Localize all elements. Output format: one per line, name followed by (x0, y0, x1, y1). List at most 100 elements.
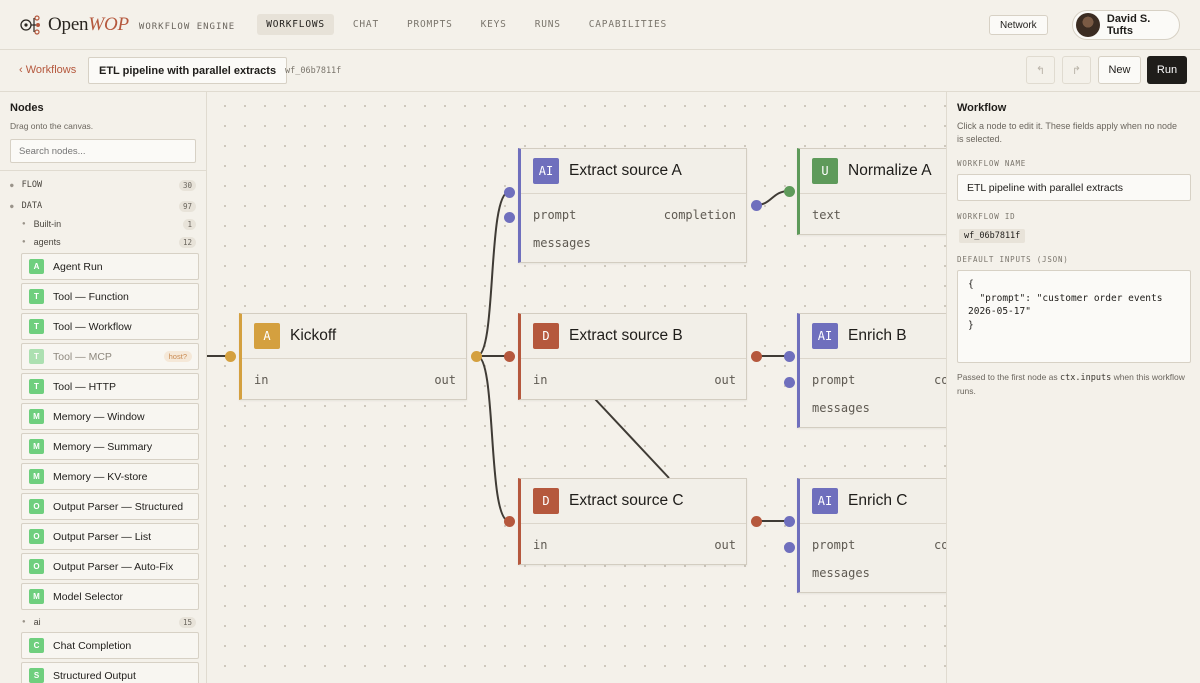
extract-c-output-handle[interactable] (751, 516, 762, 527)
subgroup-label: agents (33, 237, 61, 247)
enrich-b-messages-handle[interactable] (784, 377, 795, 388)
node-item-tool-function[interactable]: T Tool — Function (21, 283, 199, 310)
nodes-sidebar: Nodes Drag onto the canvas. ● FLOW 30 ● … (0, 92, 207, 683)
network-button[interactable]: Network (989, 15, 1048, 35)
extract-a-prompt-handle[interactable] (504, 187, 515, 198)
node-item-agent-run[interactable]: A Agent Run (21, 253, 199, 280)
node-type-badge: A (29, 259, 44, 274)
extract-b-input-handle[interactable] (504, 351, 515, 362)
node-item-memory-summary[interactable]: M Memory — Summary (21, 433, 199, 460)
port-in-label: in (533, 538, 548, 552)
node-item-tool-http[interactable]: T Tool — HTTP (21, 373, 199, 400)
node-item-output-parser-auto-fix[interactable]: O Output Parser — Auto-Fix (21, 553, 199, 580)
port-messages-label: messages (812, 401, 870, 415)
enrich-b-prompt-handle[interactable] (784, 351, 795, 362)
tab-prompts[interactable]: PROMPTS (398, 14, 462, 35)
node-type-badge: D (533, 488, 559, 514)
sidebar-title: Nodes (10, 102, 44, 114)
category-flow[interactable]: ● FLOW 30 (10, 178, 196, 192)
node-item-tool-workflow[interactable]: T Tool — Workflow (21, 313, 199, 340)
node-title: Enrich C (848, 492, 908, 509)
node-type-badge: T (29, 349, 44, 364)
node-item-structured-output[interactable]: S Structured Output (21, 662, 199, 683)
node-item-memory-kv-store[interactable]: M Memory — KV-store (21, 463, 199, 490)
node-header: D Extract source B (521, 314, 746, 359)
extract-c-input-handle[interactable] (504, 516, 515, 527)
subgroup-built-in[interactable]: ● Built-in 1 (22, 217, 196, 231)
collapse-bullet-icon: ● (22, 619, 26, 625)
workflow-canvas[interactable]: A Kickoff in out AI Extract source A pro… (207, 92, 946, 683)
node-item-memory-window[interactable]: M Memory — Window (21, 403, 199, 430)
node-kickoff[interactable]: A Kickoff in out (239, 313, 467, 400)
node-item-label: Output Parser — List (53, 530, 152, 543)
brand-name-wop: WOP (88, 13, 129, 35)
port-out-label: out (714, 373, 736, 387)
node-extract-source-a[interactable]: AI Extract source A prompt completion me… (518, 148, 747, 263)
collapse-bullet-icon: ● (10, 181, 14, 189)
node-item-tool-mcp[interactable]: T Tool — MCP host? (21, 343, 199, 370)
tab-keys[interactable]: KEYS (472, 14, 516, 35)
node-item-output-parser-list[interactable]: O Output Parser — List (21, 523, 199, 550)
workflow-id-value: wf_06b7811f (959, 229, 1026, 243)
subgroup-ai[interactable]: ● ai 15 (22, 615, 196, 629)
back-to-workflows-link[interactable]: ‹ Workflows (19, 64, 76, 76)
enrich-c-prompt-handle[interactable] (784, 516, 795, 527)
node-item-label: Chat Completion (53, 639, 132, 652)
port-prompt-label: prompt (533, 208, 577, 222)
tab-runs[interactable]: RUNS (526, 14, 570, 35)
collapse-bullet-icon: ● (22, 239, 26, 245)
workflow-name-label: WORKFLOW NAME (957, 159, 1027, 168)
node-type-badge: M (29, 409, 44, 424)
brand[interactable]: OpenWOP WORKFLOW ENGINE (18, 13, 235, 37)
extract-a-completion-handle[interactable] (751, 200, 762, 211)
node-extract-source-b[interactable]: D Extract source B in out (518, 313, 747, 400)
nav-tabs: WORKFLOWS CHAT PROMPTS KEYS RUNS CAPABIL… (257, 14, 686, 35)
node-enrich-b[interactable]: AI Enrich B prompt co messages (797, 313, 946, 428)
normalize-a-text-handle[interactable] (784, 186, 795, 197)
tab-workflows[interactable]: WORKFLOWS (257, 14, 334, 35)
subgroup-agents[interactable]: ● agents 12 (22, 235, 196, 249)
port-out-label: out (714, 538, 736, 552)
kickoff-output-handle[interactable] (471, 351, 482, 362)
redo-icon: ↱ (1071, 64, 1082, 77)
node-title: Extract source B (569, 327, 683, 344)
undo-icon: ↰ (1035, 64, 1046, 77)
node-item-output-parser-structured[interactable]: O Output Parser — Structured (21, 493, 199, 520)
node-item-label: Memory — KV-store (53, 470, 148, 483)
node-type-badge: M (29, 589, 44, 604)
node-enrich-c[interactable]: AI Enrich C prompt co messages (797, 478, 946, 593)
workflow-properties-panel: Workflow Click a node to edit it. These … (946, 92, 1200, 683)
node-item-chat-completion[interactable]: C Chat Completion (21, 632, 199, 659)
workflow-name-input[interactable] (957, 174, 1191, 201)
workflow-name-field[interactable]: ETL pipeline with parallel extracts (88, 57, 288, 84)
node-item-label: Tool — MCP (53, 350, 112, 363)
node-item-label: Structured Output (53, 669, 136, 682)
node-item-label: Memory — Summary (53, 440, 153, 453)
redo-button[interactable]: ↱ (1062, 56, 1091, 84)
node-title: Extract source A (569, 162, 682, 179)
extract-b-output-handle[interactable] (751, 351, 762, 362)
node-extract-source-c[interactable]: D Extract source C in out (518, 478, 747, 565)
tab-chat[interactable]: CHAT (344, 14, 388, 35)
collapse-bullet-icon: ● (10, 202, 14, 210)
node-type-badge: M (29, 469, 44, 484)
workflow-id-label: wf_06b7811f (285, 66, 342, 76)
tab-capabilities[interactable]: CAPABILITIES (580, 14, 676, 35)
undo-button[interactable]: ↰ (1026, 56, 1055, 84)
user-menu[interactable]: David S. Tufts (1072, 10, 1180, 40)
node-item-label: Tool — Function (53, 290, 129, 303)
run-button[interactable]: Run (1147, 56, 1187, 84)
node-normalize-a[interactable]: U Normalize A text (797, 148, 946, 235)
category-label: FLOW (21, 180, 43, 190)
kickoff-input-handle[interactable] (225, 351, 236, 362)
new-button[interactable]: New (1098, 56, 1141, 84)
port-prompt-label: prompt (812, 373, 856, 387)
default-inputs-json-editor[interactable]: { "prompt": "customer order events 2026-… (957, 270, 1191, 363)
category-data[interactable]: ● DATA 97 (10, 199, 196, 213)
enrich-c-messages-handle[interactable] (784, 542, 795, 553)
category-count: 30 (178, 179, 196, 191)
port-in-label: in (254, 373, 269, 387)
extract-a-messages-handle[interactable] (504, 212, 515, 223)
search-nodes-input[interactable] (10, 139, 196, 163)
node-item-model-selector[interactable]: M Model Selector (21, 583, 199, 610)
